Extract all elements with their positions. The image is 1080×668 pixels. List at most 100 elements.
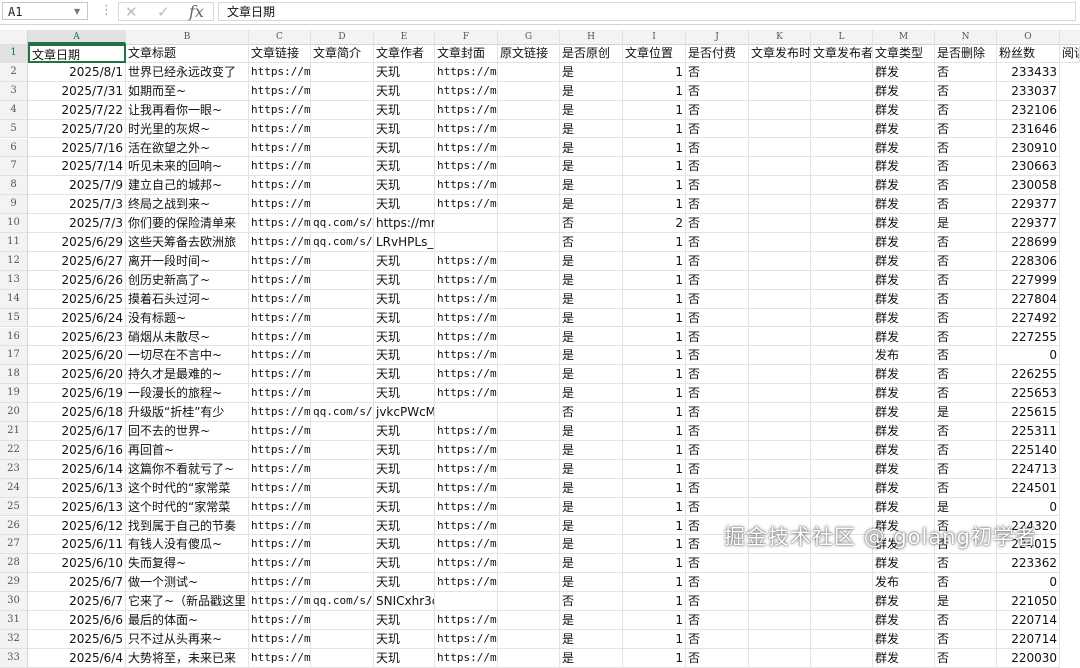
cell-l21[interactable]	[811, 422, 873, 441]
cell-o7[interactable]: 230663	[997, 157, 1060, 177]
cell-i2[interactable]: 1	[623, 62, 686, 82]
cell-i24[interactable]: 1	[623, 478, 686, 498]
cell-o8[interactable]: 230058	[997, 176, 1060, 196]
cell-l22[interactable]	[811, 440, 873, 460]
cell-f18[interactable]: https://mmbiz.qpic	[435, 365, 498, 385]
cell-c7[interactable]: https://mp.weixin.	[249, 157, 311, 177]
cell-f15[interactable]: https://mmbiz.qpic	[435, 308, 498, 328]
row-header-24[interactable]: 24	[0, 478, 28, 498]
cell-e3[interactable]: 天玑	[374, 81, 435, 101]
cell-a8[interactable]: 2025/7/9	[28, 176, 126, 196]
cell-h18[interactable]: 是	[560, 365, 623, 385]
cell-d14[interactable]	[311, 289, 374, 309]
cell-h30[interactable]: 否	[560, 592, 623, 611]
cell-e24[interactable]: 天玑	[374, 478, 435, 498]
cell-o31[interactable]: 220714	[997, 611, 1060, 630]
cell-e20[interactable]: jvkcPWcMxEDNvQF18x	[374, 403, 435, 422]
cell-a24[interactable]: 2025/6/13	[28, 478, 126, 498]
cell-b28[interactable]: 失而复得~	[126, 554, 249, 574]
cell-i30[interactable]: 1	[623, 592, 686, 611]
header-cell-f[interactable]: 文章封面	[435, 44, 498, 63]
cell-n3[interactable]: 否	[935, 81, 997, 101]
cell-d25[interactable]	[311, 497, 374, 517]
row-header-19[interactable]: 19	[0, 384, 28, 404]
cell-f20[interactable]	[435, 403, 498, 422]
cell-h29[interactable]: 是	[560, 573, 623, 593]
cell-o25[interactable]: 0	[997, 497, 1060, 517]
cell-h27[interactable]: 是	[560, 535, 623, 555]
cell-a14[interactable]: 2025/6/25	[28, 289, 126, 309]
column-header-a[interactable]: A	[28, 30, 126, 44]
cell-o10[interactable]: 229377	[997, 214, 1060, 233]
cell-n2[interactable]: 否	[935, 62, 997, 82]
cell-j33[interactable]: 否	[686, 648, 749, 668]
cell-i9[interactable]: 1	[623, 195, 686, 215]
cell-i33[interactable]: 1	[623, 648, 686, 668]
cell-j10[interactable]: 否	[686, 214, 749, 233]
cell-m19[interactable]: 群发	[873, 384, 935, 404]
cell-o33[interactable]: 220030	[997, 648, 1060, 668]
cell-f2[interactable]: https://mmbiz.qpic	[435, 62, 498, 82]
cell-c33[interactable]: https://mp.weixin.	[249, 648, 311, 668]
header-cell-i[interactable]: 文章位置	[623, 44, 686, 63]
cell-l9[interactable]	[811, 195, 873, 215]
cell-e8[interactable]: 天玑	[374, 176, 435, 196]
row-header-7[interactable]: 7	[0, 157, 28, 177]
formula-input[interactable]: 文章日期	[218, 2, 1076, 21]
cell-k9[interactable]	[749, 195, 811, 215]
column-header-k[interactable]: K	[749, 30, 811, 44]
cell-n20[interactable]: 是	[935, 403, 997, 422]
cell-e18[interactable]: 天玑	[374, 365, 435, 385]
cell-o24[interactable]: 224501	[997, 478, 1060, 498]
cell-m4[interactable]: 群发	[873, 100, 935, 120]
cell-o19[interactable]: 225653	[997, 384, 1060, 404]
cell-h8[interactable]: 是	[560, 176, 623, 196]
cell-g9[interactable]	[498, 195, 560, 215]
select-all-corner[interactable]	[0, 30, 28, 44]
cell-b24[interactable]: 这个时代的“家常菜	[126, 478, 249, 498]
cell-f21[interactable]: https://mmbiz.qpic	[435, 422, 498, 441]
cell-k15[interactable]	[749, 308, 811, 328]
cell-a4[interactable]: 2025/7/22	[28, 100, 126, 120]
cell-j4[interactable]: 否	[686, 100, 749, 120]
cell-k30[interactable]	[749, 592, 811, 611]
cell-e2[interactable]: 天玑	[374, 62, 435, 82]
cell-l20[interactable]	[811, 403, 873, 422]
cell-o15[interactable]: 227492	[997, 308, 1060, 328]
cell-n22[interactable]: 否	[935, 440, 997, 460]
cell-b22[interactable]: 再回首~	[126, 440, 249, 460]
cell-c21[interactable]: https://mp.weixin.	[249, 422, 311, 441]
cell-e9[interactable]: 天玑	[374, 195, 435, 215]
cell-h7[interactable]: 是	[560, 157, 623, 177]
cell-o32[interactable]: 220714	[997, 629, 1060, 649]
cell-b14[interactable]: 摸着石头过河~	[126, 289, 249, 309]
cell-k12[interactable]	[749, 251, 811, 271]
cell-j31[interactable]: 否	[686, 611, 749, 630]
cell-k10[interactable]	[749, 214, 811, 233]
cell-h23[interactable]: 是	[560, 459, 623, 479]
cell-a10[interactable]: 2025/7/3	[28, 214, 126, 233]
cell-n21[interactable]: 否	[935, 422, 997, 441]
cell-h9[interactable]: 是	[560, 195, 623, 215]
cell-m21[interactable]: 群发	[873, 422, 935, 441]
cell-b10[interactable]: 你们要的保险清单来	[126, 214, 249, 233]
column-header-d[interactable]: D	[311, 30, 374, 44]
cell-l29[interactable]	[811, 573, 873, 593]
cell-l28[interactable]	[811, 554, 873, 574]
cell-b7[interactable]: 听见未来的回响~	[126, 157, 249, 177]
cell-c20[interactable]: https://mp.weixin.	[249, 403, 311, 422]
cell-f26[interactable]: https://mmbiz.qpic	[435, 516, 498, 536]
cell-j15[interactable]: 否	[686, 308, 749, 328]
cell-g23[interactable]	[498, 459, 560, 479]
cell-l17[interactable]	[811, 346, 873, 366]
cell-f10[interactable]	[435, 214, 498, 233]
cell-d23[interactable]	[311, 459, 374, 479]
cell-m5[interactable]: 群发	[873, 119, 935, 139]
cell-k19[interactable]	[749, 384, 811, 404]
cell-d9[interactable]	[311, 195, 374, 215]
cell-b9[interactable]: 终局之战到来~	[126, 195, 249, 215]
cell-g6[interactable]	[498, 138, 560, 158]
cell-e16[interactable]: 天玑	[374, 327, 435, 347]
row-header-20[interactable]: 20	[0, 403, 28, 422]
cell-g29[interactable]	[498, 573, 560, 593]
